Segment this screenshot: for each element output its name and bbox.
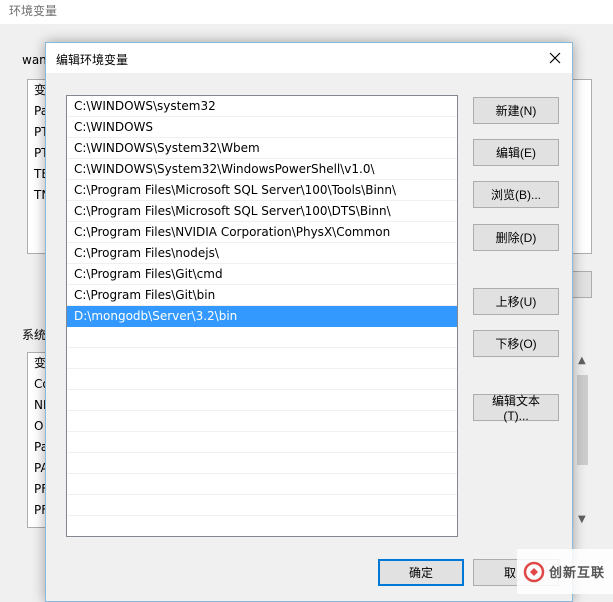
path-list-item[interactable]: D:\mongodb\Server\3.2\bin xyxy=(67,306,457,327)
watermark-text: 创新互联 xyxy=(549,566,606,581)
close-icon xyxy=(549,52,561,64)
scroll-down-arrow-icon[interactable]: ▼ xyxy=(578,514,586,525)
path-list-empty-row[interactable] xyxy=(67,348,457,369)
path-list-item[interactable]: C:\WINDOWS\System32\Wbem xyxy=(67,138,457,159)
dialog-titlebar: 编辑环境变量 xyxy=(46,43,572,73)
brand-logo-icon xyxy=(523,561,545,582)
user-edit-button-edge[interactable] xyxy=(572,271,592,298)
scroll-thumb[interactable] xyxy=(577,375,588,465)
path-list[interactable]: C:\WINDOWS\system32 C:\WINDOWS C:\WINDOWS\… xyxy=(66,95,458,537)
scroll-up-arrow-icon[interactable]: ▲ xyxy=(578,355,586,366)
path-list-empty-row[interactable] xyxy=(67,495,457,516)
system-list-scrollbar[interactable]: ▲ ▼ xyxy=(573,353,591,527)
edit-text-button[interactable]: 编辑文本(T)... xyxy=(473,394,559,423)
new-button[interactable]: 新建(N) xyxy=(473,97,559,124)
path-list-empty-row[interactable] xyxy=(67,390,457,411)
move-up-button[interactable]: 上移(U) xyxy=(473,288,559,315)
path-list-item[interactable]: C:\Program Files\nodejs\ xyxy=(67,243,457,264)
user-variables-label: wan xyxy=(22,53,47,67)
delete-button[interactable]: 删除(D) xyxy=(473,224,559,251)
edit-button[interactable]: 编辑(E) xyxy=(473,139,559,166)
path-list-empty-row[interactable] xyxy=(67,474,457,495)
system-variables-label: 系统 xyxy=(22,328,47,342)
path-list-empty-row[interactable] xyxy=(67,369,457,390)
dialog-title: 编辑环境变量 xyxy=(56,53,129,67)
browse-button[interactable]: 浏览(B)... xyxy=(473,181,559,208)
path-list-item[interactable]: C:\Program Files\Git\cmd xyxy=(67,264,457,285)
background-window-title: 环境变量 xyxy=(9,4,58,18)
path-list-item[interactable]: C:\WINDOWS xyxy=(67,117,457,138)
background-titlebar: 环境变量 xyxy=(0,0,613,24)
edit-environment-variable-dialog: 编辑环境变量 C:\WINDOWS\system32 C:\WINDOWS C:\W… xyxy=(45,42,573,602)
path-list-item[interactable]: C:\WINDOWS\System32\WindowsPowerShell\v1… xyxy=(67,159,457,180)
path-list-empty-row[interactable] xyxy=(67,432,457,453)
path-list-item[interactable]: C:\WINDOWS\system32 xyxy=(67,96,457,117)
path-list-item[interactable]: C:\Program Files\Microsoft SQL Server\10… xyxy=(67,180,457,201)
path-list-item[interactable]: C:\Program Files\NVIDIA Corporation\Phys… xyxy=(67,222,457,243)
path-list-empty-row[interactable] xyxy=(67,453,457,474)
close-button[interactable] xyxy=(538,43,572,73)
path-list-empty-row[interactable] xyxy=(67,516,457,536)
move-down-button[interactable]: 下移(O) xyxy=(473,330,559,357)
path-list-item[interactable]: C:\Program Files\Microsoft SQL Server\10… xyxy=(67,201,457,222)
ok-button[interactable]: 确定 xyxy=(378,559,464,586)
path-list-empty-row[interactable] xyxy=(67,411,457,432)
watermark: 创新互联 xyxy=(517,549,613,594)
path-list-empty-row[interactable] xyxy=(67,327,457,348)
path-list-item[interactable]: C:\Program Files\Git\bin xyxy=(67,285,457,306)
